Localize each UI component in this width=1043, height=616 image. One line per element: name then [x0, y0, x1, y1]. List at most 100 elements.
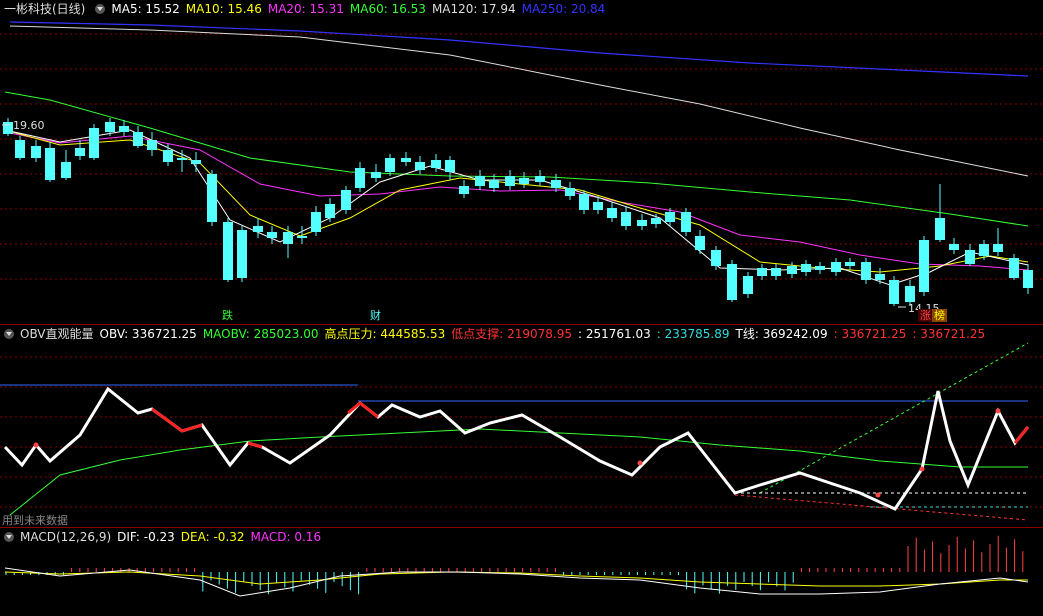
candle-body: [565, 188, 575, 196]
high-price-label: 19.60: [13, 119, 45, 132]
obv-marker: [875, 492, 881, 498]
candle-body: [371, 172, 381, 178]
candle-body: [3, 122, 13, 134]
candle-body: [45, 148, 55, 180]
candle-body: [385, 158, 395, 172]
candle-body: [325, 204, 335, 218]
candle-body: [651, 218, 661, 224]
candle-body: [253, 226, 263, 232]
candle-body: [815, 266, 825, 270]
obv-marker: [995, 408, 1001, 414]
candle-body: [223, 222, 233, 280]
obv-grid: [0, 356, 1043, 508]
candle-body: [119, 126, 129, 132]
candle-body: [133, 132, 143, 146]
candle-body: [889, 280, 899, 304]
candle-body: [771, 268, 781, 276]
maobv-line: [9, 428, 1028, 516]
candle-body: [415, 162, 425, 170]
trend-line: [759, 342, 1029, 494]
obv-line: [3, 386, 1030, 511]
candle-body: [267, 232, 277, 238]
obv-red-segment: [151, 407, 203, 433]
candle-body: [489, 180, 499, 188]
candle-body: [401, 158, 411, 162]
candle-body: [105, 122, 115, 132]
candle-body: [665, 212, 675, 222]
candle-body: [743, 276, 753, 294]
candle-body: [979, 244, 989, 256]
candle-body: [757, 268, 767, 276]
candle-body: [949, 244, 959, 250]
event-tag-die[interactable]: 跌: [220, 309, 235, 322]
candle-body: [593, 202, 603, 210]
candle-body: [551, 180, 561, 188]
candle-body: [177, 158, 187, 160]
macd-chart[interactable]: [0, 528, 1043, 616]
candle-body: [341, 190, 351, 210]
event-tag-zhang[interactable]: 涨: [918, 309, 933, 322]
ma5-line: [4, 129, 1029, 286]
candle-body: [297, 236, 307, 238]
event-tag-cai[interactable]: 财: [368, 309, 383, 322]
candle-body: [147, 140, 157, 150]
candle-body: [787, 266, 797, 274]
candle-body: [207, 174, 217, 222]
candle-body: [475, 176, 485, 186]
candle-body: [459, 186, 469, 194]
price-grid: [0, 33, 1043, 280]
candles: [3, 118, 1033, 306]
candle-body: [191, 160, 201, 164]
obv-marker: [33, 442, 39, 448]
obv-red-segment: [1013, 426, 1030, 444]
candle-body: [1023, 270, 1033, 288]
obv-marker: [637, 460, 643, 466]
candle-body: [163, 150, 173, 162]
candle-body: [831, 262, 841, 272]
candle-body: [431, 160, 441, 168]
candle-body: [993, 244, 1003, 252]
candle-body: [965, 250, 975, 264]
ma60-line: [4, 91, 1029, 227]
future-data-note: 用到未来数据: [2, 514, 68, 527]
candle-body: [607, 208, 617, 218]
ma20-line: [4, 131, 1029, 271]
candle-body: [505, 176, 515, 186]
candle-body: [711, 250, 721, 266]
event-tag-bang[interactable]: 榜: [932, 309, 947, 322]
candle-body: [15, 140, 25, 158]
ma120-line: [9, 25, 1029, 177]
candle-body: [935, 218, 945, 240]
candle-body: [519, 178, 529, 184]
candle-body: [579, 194, 589, 210]
candle-body: [919, 240, 929, 292]
dif-line: [4, 567, 1029, 597]
candle-body: [1009, 258, 1019, 278]
candle-body: [31, 146, 41, 158]
obv-red-segment: [347, 401, 379, 419]
candle-body: [535, 176, 545, 182]
candle-body: [283, 232, 293, 244]
candle-body: [695, 236, 705, 250]
ma10-line: [4, 129, 1029, 273]
candle-body: [311, 212, 321, 232]
candle-body: [621, 212, 631, 226]
candle-body: [75, 148, 85, 156]
candle-body: [861, 262, 871, 280]
obv-chart[interactable]: [0, 325, 1043, 527]
candle-body: [875, 274, 885, 280]
candle-body: [845, 262, 855, 266]
candle-body: [905, 286, 915, 302]
obv-red-segment: [247, 441, 263, 449]
candle-body: [681, 212, 691, 232]
candle-body: [237, 230, 247, 278]
obv-marker: [919, 466, 925, 472]
candle-body: [89, 128, 99, 158]
price-chart[interactable]: 19.60 14.15: [0, 0, 1043, 325]
candle-body: [727, 264, 737, 300]
candle-body: [445, 160, 455, 172]
candle-body: [637, 220, 647, 226]
candle-body: [61, 162, 71, 178]
candle-body: [355, 168, 365, 188]
candle-body: [801, 264, 811, 272]
